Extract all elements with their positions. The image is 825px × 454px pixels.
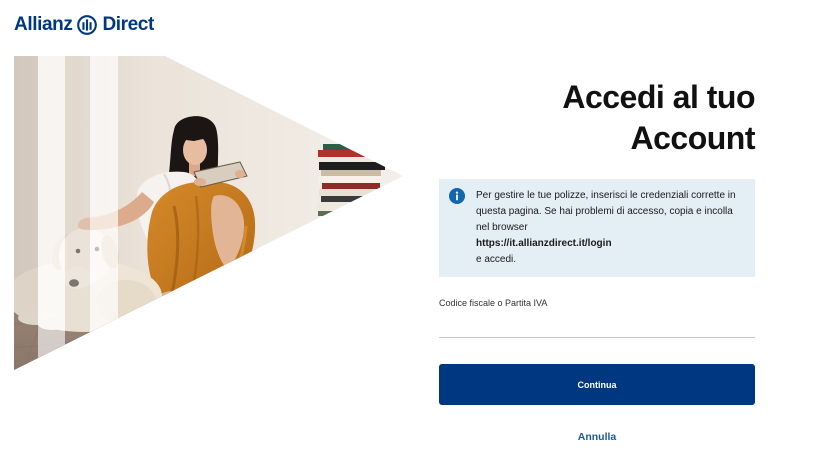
- book: [318, 211, 380, 216]
- book: [321, 170, 381, 176]
- woman-foot-left: [160, 291, 188, 301]
- allianz-logo-icon: [77, 15, 98, 35]
- book: [319, 162, 385, 170]
- info-icon-graphic: [449, 188, 465, 204]
- tax-code-input[interactable]: [439, 312, 755, 338]
- info-box: Per gestire le tue polizze, inserisci le…: [439, 179, 755, 277]
- logo-bar-left: [82, 22, 85, 30]
- woman-foot-right: [190, 292, 214, 302]
- info-text: Per gestire le tue polizze, inserisci le…: [476, 188, 742, 268]
- tax-code-label: Codice fiscale o Partita IVA: [439, 298, 548, 308]
- brand-name-allianz: Allianz: [14, 14, 73, 35]
- curtain-stripe: [38, 56, 65, 370]
- info-icon-dot: [455, 191, 459, 194]
- login-url: https://it.allianzdirect.it/login: [476, 238, 612, 249]
- book: [322, 157, 380, 162]
- book: [322, 183, 380, 189]
- hero-books: [317, 138, 385, 216]
- curtain-stripe: [65, 56, 90, 370]
- continue-button[interactable]: Continua: [439, 364, 755, 405]
- allianz-logo-icon-graphic: [77, 15, 98, 35]
- book: [317, 202, 381, 211]
- hero-photo: [14, 56, 403, 370]
- book: [321, 196, 379, 202]
- book: [319, 189, 381, 196]
- login-page: Allianz Direct Accedi al tuo Account Per…: [0, 0, 825, 454]
- brand-logo[interactable]: Allianz Direct: [14, 13, 154, 37]
- curtain-stripe: [90, 56, 118, 370]
- book: [318, 150, 382, 157]
- info-message-end: e accedi.: [476, 254, 517, 265]
- page-title: Accedi al tuo Account: [562, 79, 755, 156]
- info-icon-stem: [456, 194, 458, 201]
- cancel-link[interactable]: Annulla: [439, 430, 755, 444]
- logo-bar-middle: [86, 19, 89, 31]
- info-message: Per gestire le tue polizze, inserisci le…: [476, 190, 736, 233]
- curtain-stripe: [14, 56, 38, 370]
- book: [320, 138, 380, 144]
- woman-hand-left: [194, 178, 206, 186]
- book: [318, 176, 382, 183]
- hero-image: [14, 56, 403, 370]
- hero-scene: [14, 56, 403, 370]
- book: [323, 144, 379, 150]
- woman-hand-right: [235, 170, 245, 178]
- info-icon: [449, 188, 465, 204]
- brand-name-direct: Direct: [102, 14, 154, 35]
- hero-curtain: [14, 56, 118, 370]
- logo-bar-right: [89, 22, 93, 30]
